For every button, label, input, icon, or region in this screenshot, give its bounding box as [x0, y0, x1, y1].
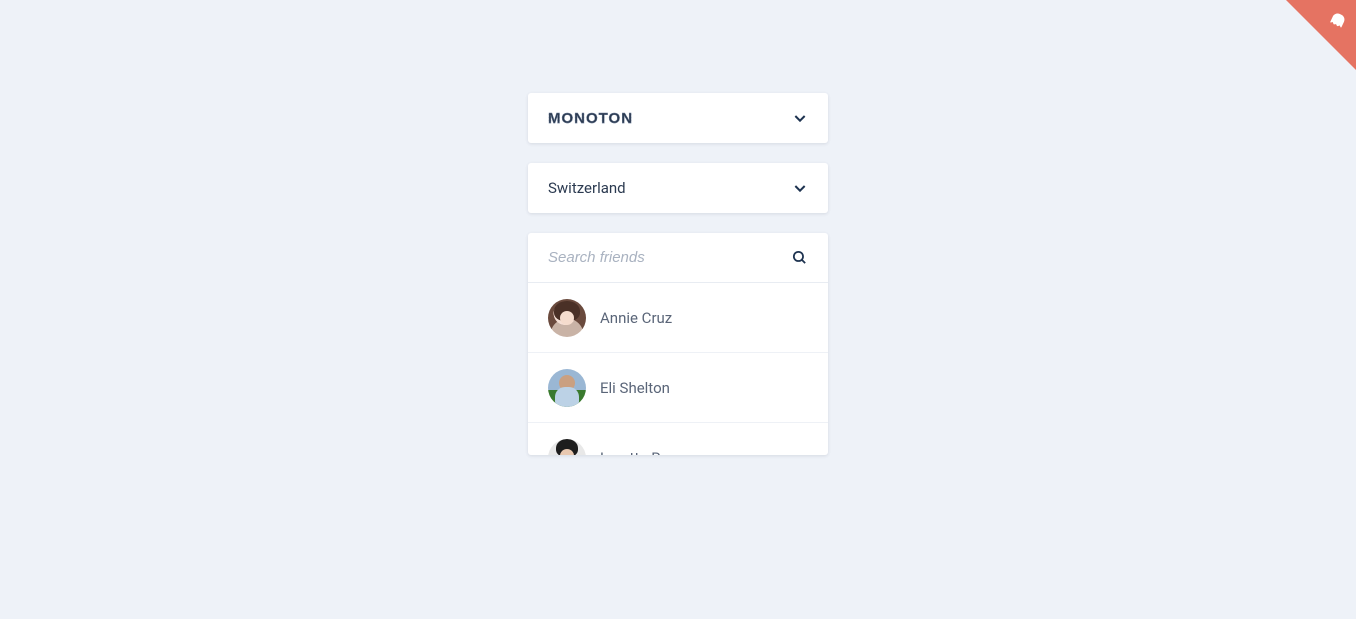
page-container: Monoton Switzerland Annie Cruz Eli Shelt…: [528, 0, 828, 455]
avatar: [548, 369, 586, 407]
friend-name: Annie Cruz: [600, 309, 672, 327]
font-dropdown[interactable]: Monoton: [528, 93, 828, 143]
friend-name: Loretta Rose: [600, 449, 685, 456]
chevron-down-icon: [792, 180, 808, 196]
friend-item[interactable]: Eli Shelton: [528, 353, 828, 423]
friend-item[interactable]: Loretta Rose: [528, 423, 828, 455]
avatar: [548, 299, 586, 337]
ghost-icon: [1326, 10, 1348, 32]
search-icon[interactable]: [791, 249, 808, 266]
corner-ribbon[interactable]: [1286, 0, 1356, 70]
chevron-down-icon: [792, 110, 808, 126]
friends-panel: Annie Cruz Eli Shelton Loretta Rose: [528, 233, 828, 455]
font-dropdown-label: Monoton: [548, 110, 633, 127]
friend-name: Eli Shelton: [600, 379, 670, 397]
friend-item[interactable]: Annie Cruz: [528, 283, 828, 353]
country-dropdown-label: Switzerland: [548, 179, 626, 197]
country-dropdown[interactable]: Switzerland: [528, 163, 828, 213]
search-input[interactable]: [548, 249, 791, 266]
search-row: [528, 233, 828, 283]
avatar: [548, 439, 586, 456]
friend-list[interactable]: Annie Cruz Eli Shelton Loretta Rose: [528, 283, 828, 455]
